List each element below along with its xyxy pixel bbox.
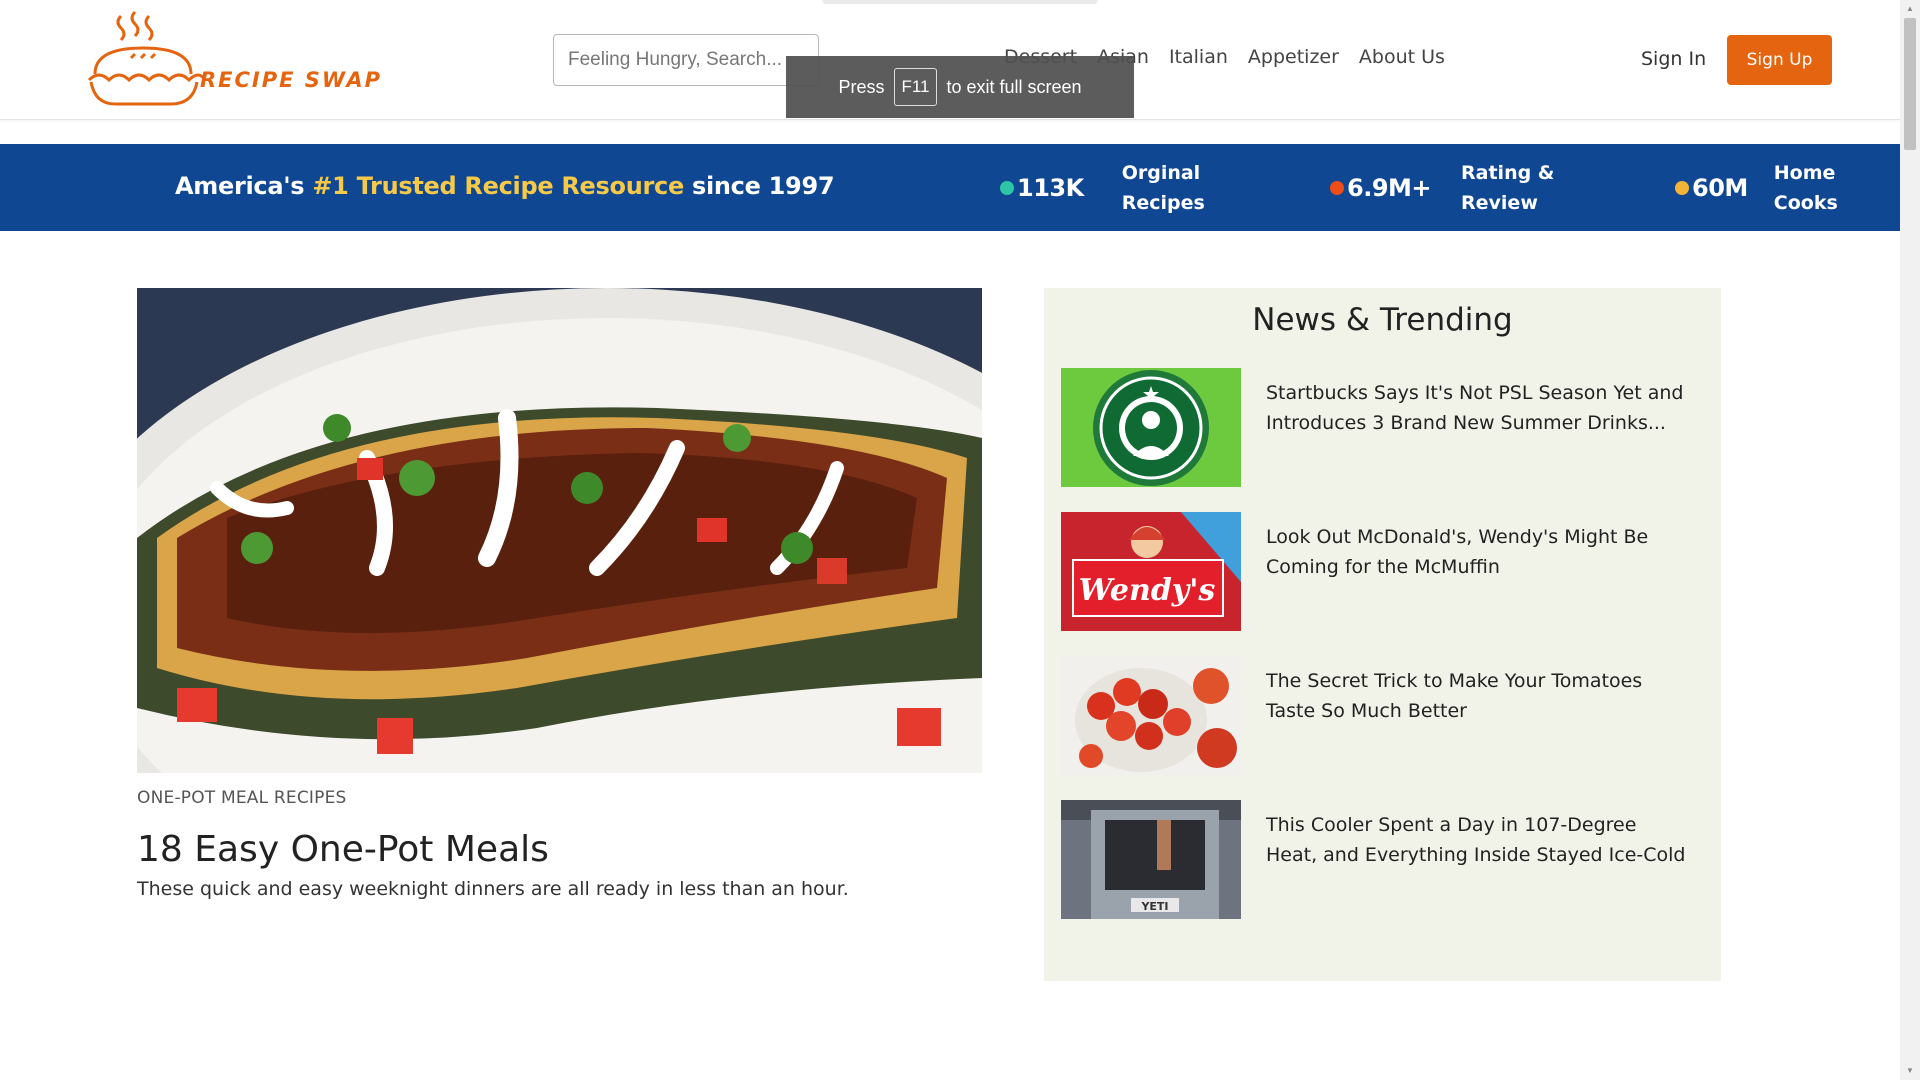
- toast-key: F11: [894, 68, 937, 106]
- starbucks-thumbnail[interactable]: [1061, 368, 1241, 487]
- pie-logo-icon: [87, 10, 205, 106]
- feature-title[interactable]: 18 Easy One-Pot Meals: [137, 829, 549, 870]
- toast-message: to exit full screen: [946, 76, 1082, 97]
- tagline-pre: America's: [175, 172, 305, 200]
- stat-label: Rating & Review: [1461, 162, 1555, 214]
- feature-description: These quick and easy weeknight dinners a…: [137, 878, 849, 900]
- stat-value: 60M: [1692, 174, 1748, 202]
- stat-label: Home Cooks: [1773, 162, 1838, 214]
- stats-banner: America's #1 Trusted Recipe Resource sin…: [0, 144, 1900, 231]
- scroll-down-icon[interactable]: ▼: [1906, 1066, 1914, 1075]
- scroll-up-icon[interactable]: ▲: [1906, 4, 1914, 13]
- news-item[interactable]: Wendy's Look Out McDonald's, Wendy's Mig…: [1061, 512, 1701, 631]
- stat-cooks: 60M Home Cooks: [1675, 158, 1854, 218]
- stat-dot: [1000, 181, 1014, 195]
- fullscreen-handle: [822, 0, 1098, 4]
- stat-dot: [1675, 181, 1689, 195]
- sign-up-button[interactable]: Sign Up: [1727, 35, 1832, 85]
- stat-reviews: 6.9M+ Rating & Review: [1330, 158, 1571, 218]
- stat-value: 6.9M+: [1347, 174, 1432, 202]
- fullscreen-toast: Press F11 to exit full screen: [786, 56, 1134, 118]
- news-headline[interactable]: Look Out McDonald's, Wendy's Might Be Co…: [1266, 522, 1686, 582]
- page-scrollbar[interactable]: ▲ ▼: [1900, 0, 1920, 1080]
- news-trending-panel: News & Trending Startbucks Says It's Not…: [1044, 288, 1721, 981]
- feature-image[interactable]: [137, 288, 982, 773]
- nav-link-appetizer[interactable]: Appetizer: [1248, 46, 1339, 68]
- news-headline[interactable]: This Cooler Spent a Day in 107-Degree He…: [1266, 810, 1686, 870]
- stat-label: Orginal Recipes: [1121, 162, 1205, 214]
- logo-text: RECIPE SWAP: [200, 68, 382, 92]
- site-logo[interactable]: RECIPE SWAP: [85, 6, 380, 110]
- news-item[interactable]: The Secret Trick to Make Your Tomatoes T…: [1061, 656, 1701, 775]
- feature-category[interactable]: ONE-POT MEAL RECIPES: [137, 788, 347, 808]
- nav-link-about-us[interactable]: About Us: [1359, 46, 1445, 68]
- svg-text:YETI: YETI: [1140, 900, 1168, 913]
- news-item[interactable]: Startbucks Says It's Not PSL Season Yet …: [1061, 368, 1701, 487]
- tomatoes-thumbnail[interactable]: [1061, 656, 1241, 775]
- stat-dot: [1330, 181, 1344, 195]
- stat-recipes: 113K Orginal Recipes: [1000, 158, 1262, 218]
- news-title: News & Trending: [1252, 302, 1513, 338]
- toast-press-text: Press: [838, 76, 885, 97]
- scrollbar-thumb[interactable]: [1904, 18, 1916, 150]
- news-headline[interactable]: Startbucks Says It's Not PSL Season Yet …: [1266, 378, 1686, 438]
- tagline-post: since 1997: [691, 172, 835, 200]
- news-item[interactable]: YETI This Cooler Spent a Day in 107-Degr…: [1061, 800, 1701, 919]
- stat-value: 113K: [1017, 174, 1084, 202]
- nav-link-italian[interactable]: Italian: [1169, 46, 1228, 68]
- tagline-highlight: #1 Trusted Recipe Resource: [312, 172, 684, 200]
- svg-text:Wendy's: Wendy's: [1079, 573, 1216, 608]
- search-input[interactable]: [553, 34, 819, 86]
- tagline: America's #1 Trusted Recipe Resource sin…: [175, 172, 835, 200]
- sign-in-link[interactable]: Sign In: [1641, 48, 1706, 70]
- cooler-thumbnail[interactable]: YETI: [1061, 800, 1241, 919]
- news-headline[interactable]: The Secret Trick to Make Your Tomatoes T…: [1266, 666, 1686, 726]
- wendys-thumbnail[interactable]: Wendy's: [1061, 512, 1241, 631]
